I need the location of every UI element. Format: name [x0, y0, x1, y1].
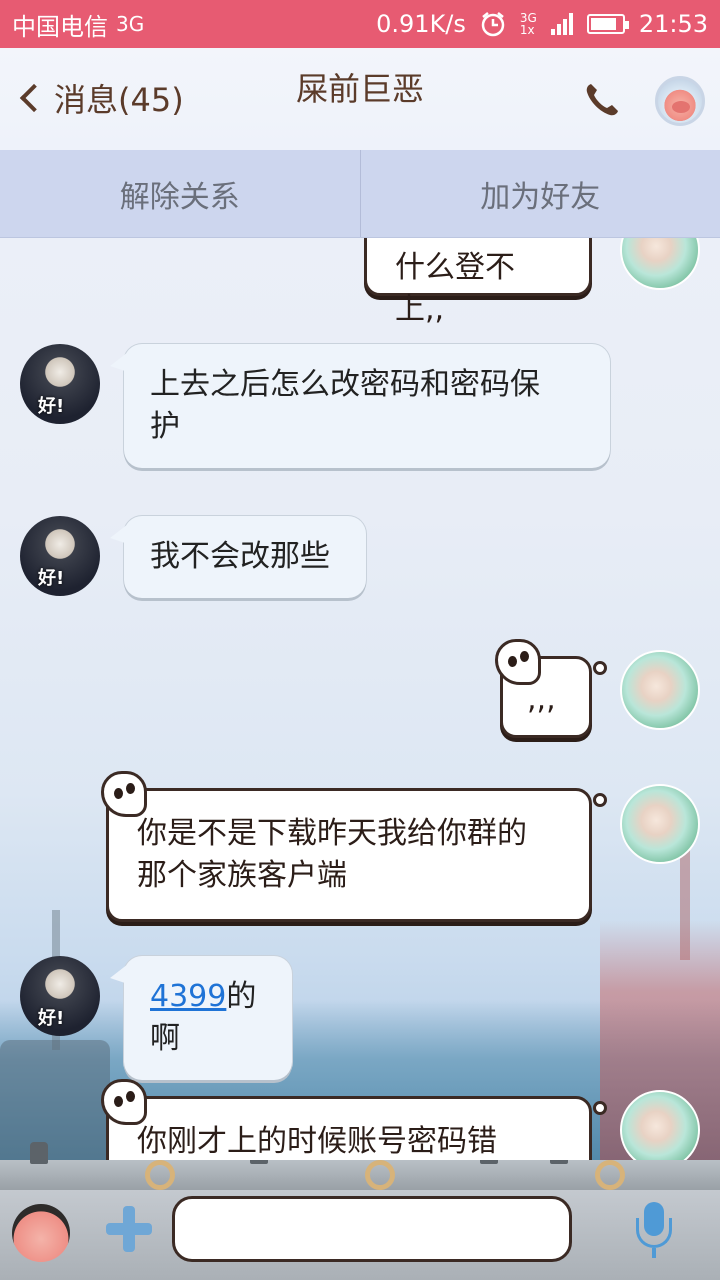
message-bubble-incoming[interactable]: 4399的啊 — [110, 956, 292, 1080]
message-text: 那个家族客户端 — [137, 858, 347, 893]
plus-icon[interactable] — [106, 1206, 152, 1252]
message-bubble-outgoing[interactable]: 什么登不上,, — [364, 238, 592, 327]
relationship-action-bar: 解除关系 加为好友 — [0, 150, 720, 238]
life-ring — [145, 1160, 175, 1190]
ghost-tail — [593, 793, 607, 807]
avatar-tag: 好! — [38, 1008, 65, 1029]
message-text: 上去之后怎么改密码和密码保 — [150, 367, 540, 402]
battery-icon — [586, 14, 629, 34]
chat-list[interactable]: 什么登不上,, 好! 上去之后怎么改密码和密码保 护 好! 我不会改那些 ,,,… — [0, 238, 720, 1160]
message-text: 护 — [150, 409, 180, 444]
signal-labels: 3G 1x — [520, 12, 537, 36]
alarm-icon — [481, 12, 505, 37]
ghost-decoration — [101, 771, 147, 817]
clock: 21:53 — [638, 10, 708, 38]
signal-label-bottom: 1x — [519, 23, 535, 37]
message-text: ,,, — [527, 682, 556, 717]
status-bar: 中国电信 3G 0.91K/s 3G 1x 21:53 — [0, 0, 720, 48]
message-bubble-incoming[interactable]: 我不会改那些 — [110, 516, 366, 598]
pig-snout — [672, 101, 690, 113]
emoji-pig-icon[interactable] — [12, 1204, 70, 1262]
network-speed: 0.91K/s — [376, 10, 466, 38]
ghost-tail — [593, 1101, 607, 1115]
chat-header: 消息(45) 屎前巨恶 — [0, 48, 720, 150]
battery-fill — [590, 18, 617, 30]
friend-avatar[interactable]: 好! — [20, 344, 100, 424]
contact-avatar[interactable] — [655, 76, 705, 126]
carrier-name: 中国电信 — [12, 12, 108, 41]
friend-avatar[interactable]: 好! — [20, 516, 100, 596]
status-right: 0.91K/s 3G 1x 21:53 — [376, 10, 708, 38]
avatar-tag: 好! — [38, 568, 65, 589]
message-text: 我不会改那些 — [150, 539, 330, 574]
message-text: 你刚才上的时候账号密码错 — [137, 1124, 497, 1159]
phone-icon[interactable] — [582, 80, 622, 120]
status-left: 中国电信 3G — [12, 7, 144, 42]
message-text: 你是不是下载昨天我给你群的 — [137, 816, 527, 851]
message-bubble-outgoing[interactable]: 你刚才上的时候账号密码错 — [101, 1079, 607, 1160]
unlink-button[interactable]: 解除关系 — [0, 150, 360, 237]
ghost-tail — [593, 661, 607, 675]
signal-icon — [550, 13, 573, 35]
input-bar — [0, 1190, 720, 1280]
message-bubble-outgoing[interactable]: ,,, — [495, 639, 607, 738]
life-ring — [365, 1160, 395, 1190]
life-ring — [595, 1160, 625, 1190]
avatar-tag: 好! — [38, 396, 65, 417]
message-bubble-outgoing[interactable]: 你是不是下载昨天我给你群的 那个家族客户端 — [101, 771, 607, 922]
message-text: 什么登不上,, — [395, 250, 515, 327]
my-avatar[interactable] — [620, 238, 700, 290]
friend-avatar[interactable]: 好! — [20, 956, 100, 1036]
my-avatar[interactable] — [620, 1090, 700, 1160]
network-type: 3G — [116, 12, 145, 36]
message-bubble-incoming[interactable]: 上去之后怎么改密码和密码保 护 — [110, 344, 610, 468]
ghost-decoration — [495, 639, 541, 685]
microphone-icon[interactable] — [636, 1202, 672, 1260]
my-avatar[interactable] — [620, 784, 700, 864]
ghost-decoration — [101, 1079, 147, 1125]
message-link[interactable]: 4399 — [150, 979, 226, 1014]
my-avatar[interactable] — [620, 650, 700, 730]
add-friend-button[interactable]: 加为好友 — [361, 150, 720, 237]
message-input[interactable] — [172, 1196, 572, 1262]
